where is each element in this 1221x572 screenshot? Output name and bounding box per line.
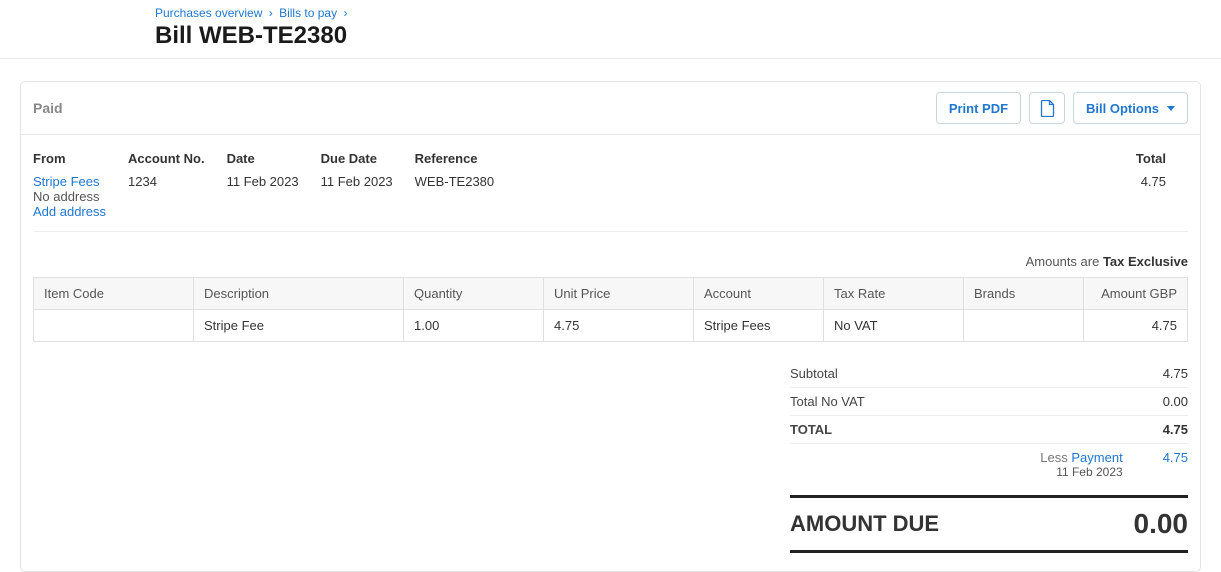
breadcrumb-sep-icon: › — [340, 6, 350, 20]
amount-due-value: 0.00 — [1134, 508, 1189, 540]
meta-reference-label: Reference — [415, 151, 494, 166]
breadcrumb: Purchases overview › Bills to pay › — [155, 6, 1221, 20]
bill-meta: From Stripe Fees No address Add address … — [21, 135, 1200, 242]
bill-panel: Paid Print PDF Bill Options From Stripe — [20, 81, 1201, 572]
payment-amount: 4.75 — [1123, 450, 1188, 479]
cell-item-code — [34, 310, 194, 342]
cell-description: Stripe Fee — [194, 310, 404, 342]
col-item-code: Item Code — [34, 278, 194, 310]
cell-account: Stripe Fees — [694, 310, 824, 342]
meta-accountno-value: 1234 — [128, 174, 205, 189]
file-icon — [1040, 100, 1055, 117]
meta-duedate-value: 11 Feb 2023 — [321, 174, 393, 189]
status-badge: Paid — [33, 100, 63, 116]
less-label: Less — [1040, 450, 1067, 465]
meta-from-label: From — [33, 151, 106, 166]
cell-brands — [964, 310, 1084, 342]
col-description: Description — [194, 278, 404, 310]
contact-link[interactable]: Stripe Fees — [33, 174, 106, 189]
no-address-text: No address — [33, 189, 106, 204]
cell-amount: 4.75 — [1084, 310, 1188, 342]
novat-value: 0.00 — [1163, 394, 1188, 409]
meta-total-label: Total — [1136, 151, 1166, 166]
meta-date-value: 11 Feb 2023 — [227, 174, 299, 189]
payment-link[interactable]: Payment — [1071, 450, 1122, 465]
action-bar: Print PDF Bill Options — [936, 92, 1188, 124]
tax-note: Amounts are Tax Exclusive — [21, 242, 1200, 277]
chevron-down-icon — [1167, 106, 1175, 111]
tax-note-prefix: Amounts are — [1026, 254, 1103, 269]
col-unit-price: Unit Price — [544, 278, 694, 310]
breadcrumb-purchases-overview[interactable]: Purchases overview — [155, 6, 262, 20]
tax-note-mode: Tax Exclusive — [1103, 254, 1188, 269]
bill-options-button[interactable]: Bill Options — [1073, 92, 1188, 124]
breadcrumb-sep-icon: › — [266, 6, 276, 20]
line-items-table: Item Code Description Quantity Unit Pric… — [33, 277, 1188, 342]
total-label: TOTAL — [790, 422, 832, 437]
breadcrumb-bills-to-pay[interactable]: Bills to pay — [279, 6, 337, 20]
novat-label: Total No VAT — [790, 394, 865, 409]
subtotal-value: 4.75 — [1163, 366, 1188, 381]
col-brands: Brands — [964, 278, 1084, 310]
page-header: Purchases overview › Bills to pay › Bill… — [0, 0, 1221, 59]
subtotal-label: Subtotal — [790, 366, 838, 381]
meta-duedate-label: Due Date — [321, 151, 393, 166]
table-header-row: Item Code Description Quantity Unit Pric… — [34, 278, 1188, 310]
add-address-link[interactable]: Add address — [33, 204, 106, 219]
page-title: Bill WEB-TE2380 — [155, 22, 1221, 50]
col-amount: Amount GBP — [1084, 278, 1188, 310]
cell-unit-price: 4.75 — [544, 310, 694, 342]
total-value: 4.75 — [1163, 422, 1188, 437]
panel-toolbar: Paid Print PDF Bill Options — [21, 82, 1200, 135]
attach-files-button[interactable] — [1029, 92, 1065, 124]
amount-due-label: AMOUNT DUE — [790, 511, 939, 537]
meta-total-value: 4.75 — [1136, 174, 1166, 189]
print-pdf-button[interactable]: Print PDF — [936, 92, 1021, 124]
table-row: Stripe Fee 1.00 4.75 Stripe Fees No VAT … — [34, 310, 1188, 342]
bill-options-label: Bill Options — [1086, 101, 1159, 116]
meta-accountno-label: Account No. — [128, 151, 205, 166]
col-tax-rate: Tax Rate — [824, 278, 964, 310]
col-quantity: Quantity — [404, 278, 544, 310]
cell-quantity: 1.00 — [404, 310, 544, 342]
meta-date-label: Date — [227, 151, 299, 166]
payment-date: 11 Feb 2023 — [790, 465, 1123, 479]
meta-reference-value: WEB-TE2380 — [415, 174, 494, 189]
col-account: Account — [694, 278, 824, 310]
amount-due-bar: AMOUNT DUE 0.00 — [790, 495, 1188, 553]
totals-block: Subtotal 4.75 Total No VAT 0.00 TOTAL 4.… — [790, 360, 1188, 485]
cell-tax-rate: No VAT — [824, 310, 964, 342]
